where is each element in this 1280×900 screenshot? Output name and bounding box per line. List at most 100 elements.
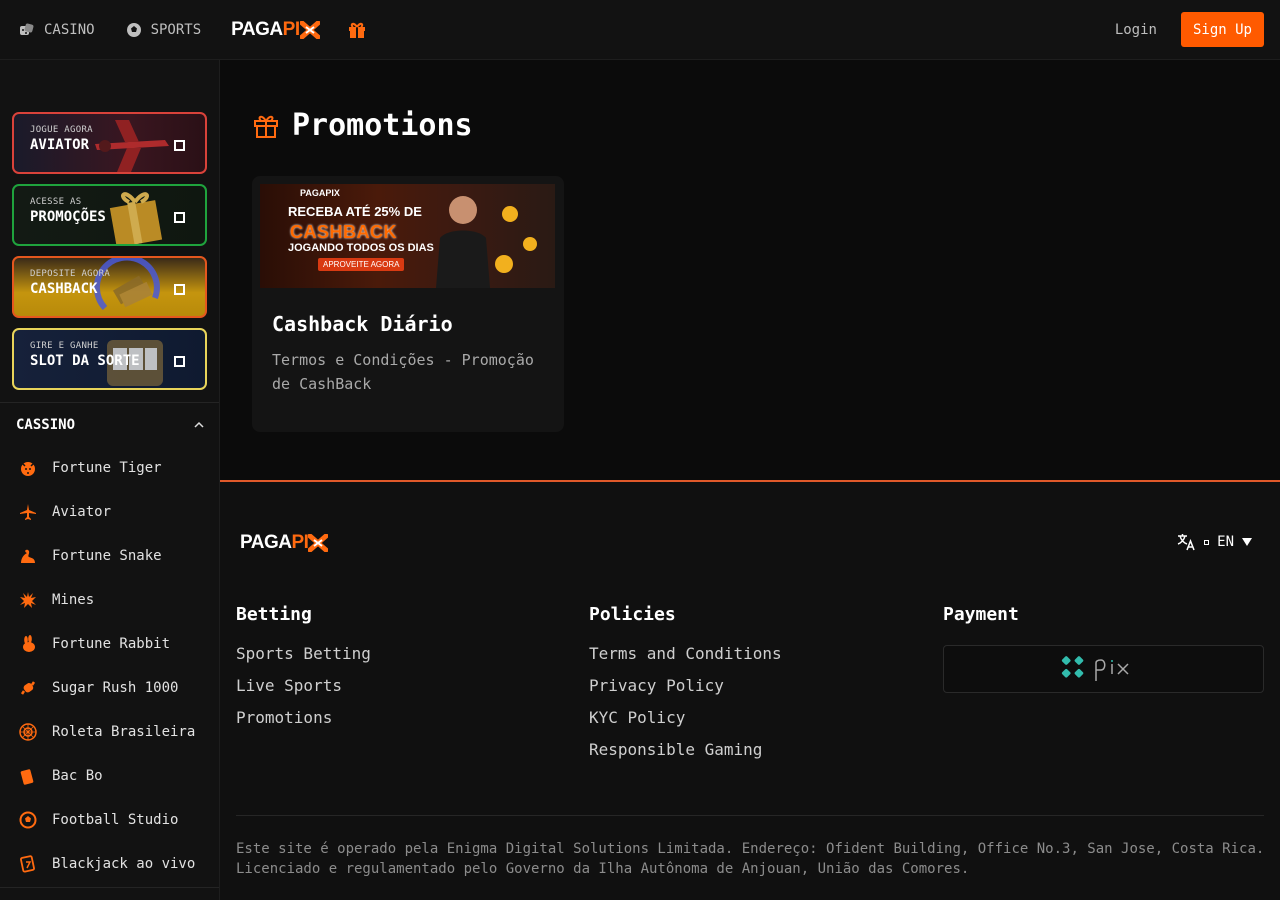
snake-icon xyxy=(18,546,38,566)
football-icon xyxy=(18,810,38,830)
promotion-banner[interactable]: PAGAPIX RECEBA ATÉ 25% DE CASHBACK JOGAN… xyxy=(260,184,555,288)
sidebar-item-bac-bo[interactable]: Bac Bo xyxy=(0,754,219,798)
sidebar-item-sugar-rush[interactable]: Sugar Rush 1000 xyxy=(0,666,219,710)
language-code: EN xyxy=(1217,534,1234,550)
promo-card-title: PROMOÇÕES xyxy=(30,209,106,225)
footer-logo[interactable]: PAGA PI xyxy=(240,532,329,554)
banner-cashback: CASHBACK xyxy=(290,222,397,242)
caret-down-icon xyxy=(1242,538,1252,546)
footer-column-title: Policies xyxy=(589,604,676,625)
presenter-image xyxy=(436,196,490,288)
flag-placeholder-icon xyxy=(1204,539,1210,545)
sidebar-item-label: Roleta Brasileira xyxy=(52,724,196,740)
sidebar-item-football-studio[interactable]: Football Studio xyxy=(0,798,219,842)
banner-logo: PAGAPIX xyxy=(300,188,340,198)
sidebar-item-label: Aviator xyxy=(52,504,112,520)
promo-card-cashback[interactable]: DEPOSITE AGORA CASHBACK xyxy=(12,256,207,318)
login-link[interactable]: Login xyxy=(1115,22,1157,38)
main-content: Promotions PAGAPIX RECEBA ATÉ 25% DE CAS… xyxy=(220,60,1280,480)
footer-column-title: Payment xyxy=(943,604,1019,625)
logo-x-mark xyxy=(299,20,320,39)
sidebar-item-label: Fortune Snake xyxy=(52,548,162,564)
legal-text: Este site é operado pela Enigma Digital … xyxy=(236,839,1276,879)
footer-column-betting: Betting Sports Betting Live Sports Promo… xyxy=(236,604,371,741)
translate-icon xyxy=(1177,534,1195,551)
sidebar-item-roleta-brasileira[interactable]: Roleta Brasileira xyxy=(0,710,219,754)
sidebar-item-label: Sugar Rush 1000 xyxy=(52,680,179,696)
footer-column-payment: Payment xyxy=(943,604,1264,693)
sidebar-item-label: Football Studio xyxy=(52,812,179,828)
footer-link-terms[interactable]: Terms and Conditions xyxy=(589,645,782,677)
rabbit-icon xyxy=(18,634,38,654)
candy-icon xyxy=(18,678,38,698)
page-title: Promotions xyxy=(252,108,473,143)
footer-link-live-sports[interactable]: Live Sports xyxy=(236,677,371,709)
nav-casino[interactable]: CASINO xyxy=(18,21,95,39)
banner-headline: RECEBA ATÉ 25% DE xyxy=(288,204,422,219)
logo-x-mark xyxy=(308,534,329,552)
chevron-up-icon xyxy=(194,418,204,432)
banner-cta: APROVEITE AGORA xyxy=(318,258,405,271)
promo-card-small: JOGUE AGORA xyxy=(30,125,93,135)
square-icon xyxy=(174,212,185,223)
sidebar-item-label: Fortune Rabbit xyxy=(52,636,171,652)
sidebar-item-aviator[interactable]: Aviator xyxy=(0,490,219,534)
footer: PAGA PI EN Betting Sports Betting Live Sp… xyxy=(220,480,1280,900)
promo-card-small: ACESSE AS xyxy=(30,197,82,207)
coins-art-icon xyxy=(495,206,537,273)
gift-icon xyxy=(254,115,278,138)
logo-text-left: PAGA xyxy=(231,18,283,40)
sidebar: JOGUE AGORA AVIATOR ACESSE AS PROMOÇÕES … xyxy=(0,60,220,900)
promo-card-small: GIRE E GANHE xyxy=(30,341,99,351)
cassino-section-toggle[interactable]: CASSINO xyxy=(16,416,204,434)
footer-column-title: Betting xyxy=(236,604,312,625)
promotion-title: Cashback Diário xyxy=(272,312,453,336)
sidebar-divider xyxy=(0,402,219,403)
footer-link-responsible-gaming[interactable]: Responsible Gaming xyxy=(589,741,782,773)
promotion-card[interactable]: PAGAPIX RECEBA ATÉ 25% DE CASHBACK JOGAN… xyxy=(252,176,564,432)
logo-text-left: PAGA xyxy=(240,532,292,553)
sidebar-item-fortune-rabbit[interactable]: Fortune Rabbit xyxy=(0,622,219,666)
pix-payment-logo xyxy=(943,645,1264,693)
roulette-icon xyxy=(18,722,38,742)
logo-text-right: PI xyxy=(291,532,309,553)
sidebar-item-label: Mines xyxy=(52,592,95,608)
promo-card-title: AVIATOR xyxy=(30,137,90,153)
footer-divider xyxy=(236,815,1264,816)
sidebar-item-blackjack[interactable]: Blackjack ao vivo xyxy=(0,842,219,886)
square-icon xyxy=(174,356,185,367)
promo-card-title: CASHBACK xyxy=(30,281,98,297)
pagapix-logo[interactable]: PAGA PI xyxy=(231,18,320,41)
promo-card-aviator[interactable]: JOGUE AGORA AVIATOR xyxy=(12,112,207,174)
promo-card-small: DEPOSITE AGORA xyxy=(30,269,111,279)
footer-link-promotions[interactable]: Promotions xyxy=(236,709,371,741)
soccer-ball-icon xyxy=(125,21,143,39)
sidebar-item-fortune-snake[interactable]: Fortune Snake xyxy=(0,534,219,578)
sidebar-item-mines[interactable]: Mines xyxy=(0,578,219,622)
sidebar-item-label: Fortune Tiger xyxy=(52,460,162,476)
nav-sports[interactable]: SPORTS xyxy=(125,21,202,39)
blackjack-icon xyxy=(18,854,38,874)
sidebar-divider xyxy=(0,887,219,888)
gift-icon[interactable] xyxy=(346,19,368,41)
promo-card-slot[interactable]: GIRE E GANHE SLOT DA SORTE xyxy=(12,328,207,390)
pix-logo-icon xyxy=(1061,656,1129,681)
legal-line-2: Licenciado e regulamentado pelo Governo … xyxy=(236,861,970,877)
logo-text-right: PI xyxy=(282,18,300,40)
footer-link-sports-betting[interactable]: Sports Betting xyxy=(236,645,371,677)
footer-column-policies: Policies Terms and Conditions Privacy Po… xyxy=(589,604,782,773)
nav-sports-label: SPORTS xyxy=(150,21,202,38)
footer-link-privacy[interactable]: Privacy Policy xyxy=(589,677,782,709)
page-title-text: Promotions xyxy=(292,108,473,143)
footer-link-kyc[interactable]: KYC Policy xyxy=(589,709,782,741)
square-icon xyxy=(174,284,185,295)
nav-casino-label: CASINO xyxy=(44,21,95,38)
promo-card-title: SLOT DA SORTE xyxy=(30,353,140,369)
top-header: CASINO SPORTS PAGA PI Login Sign Up xyxy=(0,0,1280,60)
promo-card-promocoes[interactable]: ACESSE AS PROMOÇÕES xyxy=(12,184,207,246)
signup-button[interactable]: Sign Up xyxy=(1180,12,1264,47)
language-selector[interactable]: EN xyxy=(1176,532,1252,552)
mine-icon xyxy=(18,590,38,610)
sidebar-item-fortune-tiger[interactable]: Fortune Tiger xyxy=(0,446,219,490)
square-icon xyxy=(174,140,185,151)
